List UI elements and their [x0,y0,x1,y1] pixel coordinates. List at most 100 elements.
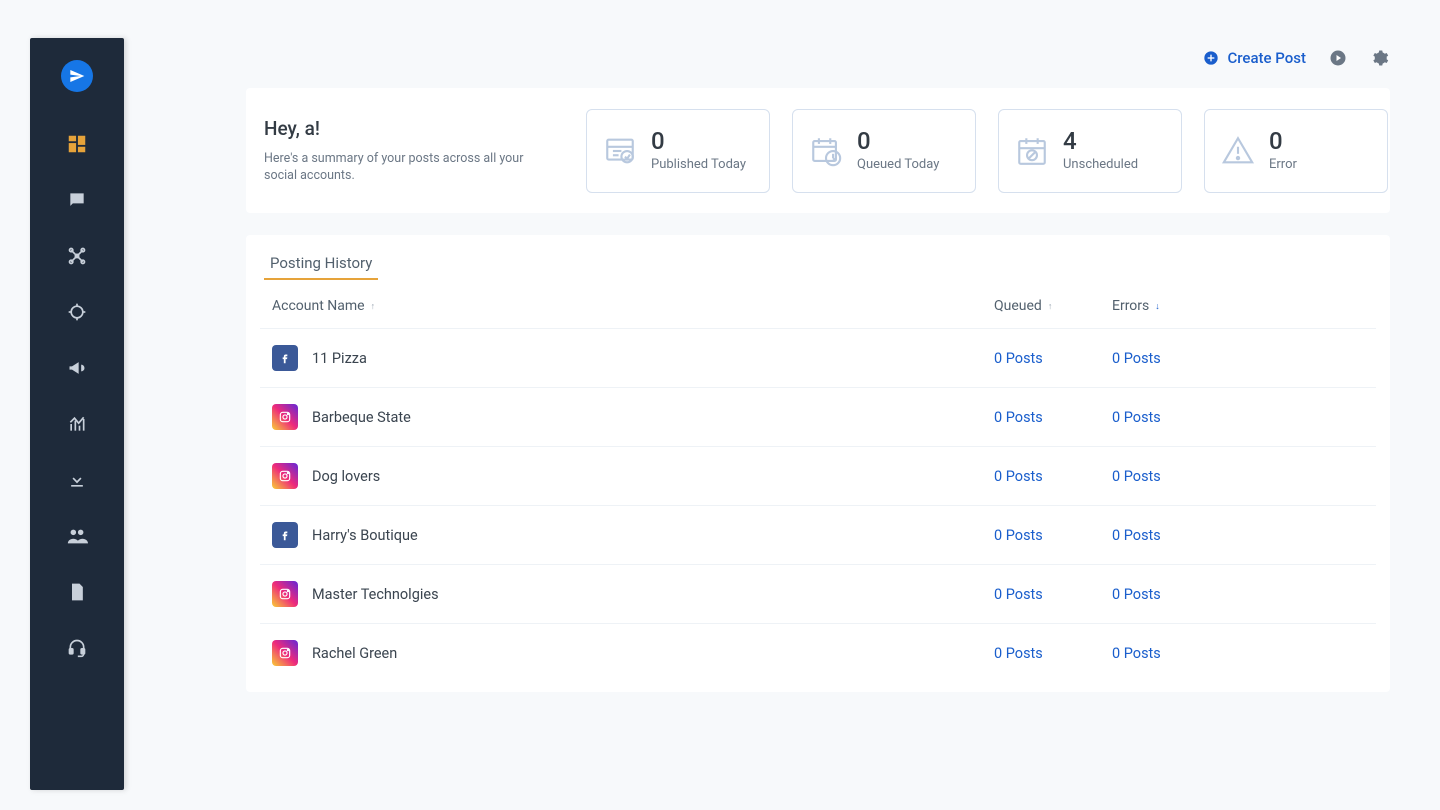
headset-icon [67,638,87,658]
instagram-icon [272,640,298,666]
stat-queued-value: 0 [857,129,939,153]
settings-button[interactable] [1370,48,1390,68]
queued-cell[interactable]: 0 Posts [994,409,1104,426]
greeting-subtext: Here's a summary of your posts across al… [264,150,544,185]
nav-downloads[interactable] [65,468,89,492]
table-row[interactable]: Rachel Green 0 Posts0 Posts [260,624,1376,682]
sidebar [30,38,124,790]
sort-asc-icon: ↑ [371,301,376,312]
chat-icon [67,190,87,210]
queued-cell[interactable]: 0 Posts [994,468,1104,485]
topbar: Create Post [1203,38,1390,78]
account-name: Master Technolgies [312,586,439,603]
plus-circle-icon [1203,50,1219,66]
col-account-label: Account Name [272,298,365,314]
crosshair-icon [67,302,87,322]
play-circle-icon [1329,49,1347,67]
stat-error-label: Error [1269,157,1297,172]
nav-support[interactable] [65,636,89,660]
nav-dashboard[interactable] [65,132,89,156]
download-icon [67,470,87,490]
posting-history: Posting History Account Name ↑ Queued ↑ … [246,235,1390,692]
account-name: 11 Pizza [312,350,367,367]
stat-queued[interactable]: 0 Queued Today [792,109,976,193]
queued-cell[interactable]: 0 Posts [994,527,1104,544]
errors-cell[interactable]: 0 Posts [1104,468,1364,485]
megaphone-icon [67,358,87,378]
col-errors-label: Errors [1112,298,1149,314]
stat-unscheduled[interactable]: 4 Unscheduled [998,109,1182,193]
account-cell: Barbeque State [272,404,994,430]
account-cell: Harry's Boutique [272,522,994,548]
nav-target[interactable] [65,300,89,324]
table-body: 11 Pizza0 Posts0 PostsBarbeque State0 Po… [260,329,1376,682]
errors-cell[interactable]: 0 Posts [1104,409,1364,426]
document-icon [67,582,87,602]
network-icon [67,246,87,266]
col-errors[interactable]: Errors ↓ [1104,298,1364,314]
table-row[interactable]: Dog lovers 0 Posts0 Posts [260,447,1376,506]
account-name: Harry's Boutique [312,527,418,544]
create-post-label: Create Post [1227,49,1306,67]
account-name: Rachel Green [312,645,397,662]
facebook-icon [272,345,298,371]
table-row[interactable]: Barbeque State 0 Posts0 Posts [260,388,1376,447]
stat-published-value: 0 [651,129,746,153]
stat-error-value: 0 [1269,129,1297,153]
stat-published[interactable]: 0 Published Today [586,109,770,193]
sort-asc-icon: ↑ [1048,301,1053,312]
stat-unscheduled-label: Unscheduled [1063,157,1138,172]
nav-campaigns[interactable] [65,356,89,380]
paper-plane-icon [69,68,85,84]
unscheduled-icon [1015,134,1049,168]
account-name: Dog lovers [312,468,380,485]
facebook-icon [272,522,298,548]
app-logo[interactable] [61,60,93,92]
stat-unscheduled-value: 4 [1063,129,1138,153]
instagram-icon [272,463,298,489]
col-queued-label: Queued [994,298,1042,314]
nav-connections[interactable] [65,244,89,268]
errors-cell[interactable]: 0 Posts [1104,350,1364,367]
instagram-icon [272,581,298,607]
chart-icon [67,414,87,434]
queued-icon [809,134,843,168]
greeting-heading: Hey, a! [264,117,564,140]
stat-published-label: Published Today [651,157,746,172]
published-icon [603,134,637,168]
errors-cell[interactable]: 0 Posts [1104,645,1364,662]
account-cell: Dog lovers [272,463,994,489]
grid-icon [66,133,88,155]
sort-desc-icon: ↓ [1155,301,1160,312]
errors-cell[interactable]: 0 Posts [1104,586,1364,603]
tab-posting-history[interactable]: Posting History [264,254,378,280]
error-icon [1221,134,1255,168]
queued-cell[interactable]: 0 Posts [994,586,1104,603]
gear-icon [1371,49,1389,67]
nav-reports[interactable] [65,580,89,604]
queued-cell[interactable]: 0 Posts [994,350,1104,367]
group-icon [66,525,88,547]
col-account[interactable]: Account Name ↑ [272,298,994,314]
account-cell: 11 Pizza [272,345,994,371]
stat-queued-label: Queued Today [857,157,939,172]
account-cell: Rachel Green [272,640,994,666]
table-row[interactable]: Harry's Boutique 0 Posts0 Posts [260,506,1376,565]
greeting-block: Hey, a! Here's a summary of your posts a… [264,117,564,185]
table-row[interactable]: Master Technolgies 0 Posts0 Posts [260,565,1376,624]
account-name: Barbeque State [312,409,411,426]
nav-team[interactable] [65,524,89,548]
queued-cell[interactable]: 0 Posts [994,645,1104,662]
errors-cell[interactable]: 0 Posts [1104,527,1364,544]
video-tour-button[interactable] [1328,48,1348,68]
table-header: Account Name ↑ Queued ↑ Errors ↓ [260,280,1376,329]
table-row[interactable]: 11 Pizza 0 Posts0 Posts [260,329,1376,388]
stat-error[interactable]: 0 Error [1204,109,1388,193]
col-queued[interactable]: Queued ↑ [994,298,1104,314]
summary-bar: Hey, a! Here's a summary of your posts a… [246,88,1390,213]
create-post-button[interactable]: Create Post [1203,49,1306,67]
instagram-icon [272,404,298,430]
account-cell: Master Technolgies [272,581,994,607]
nav-analytics[interactable] [65,412,89,436]
nav-messages[interactable] [65,188,89,212]
